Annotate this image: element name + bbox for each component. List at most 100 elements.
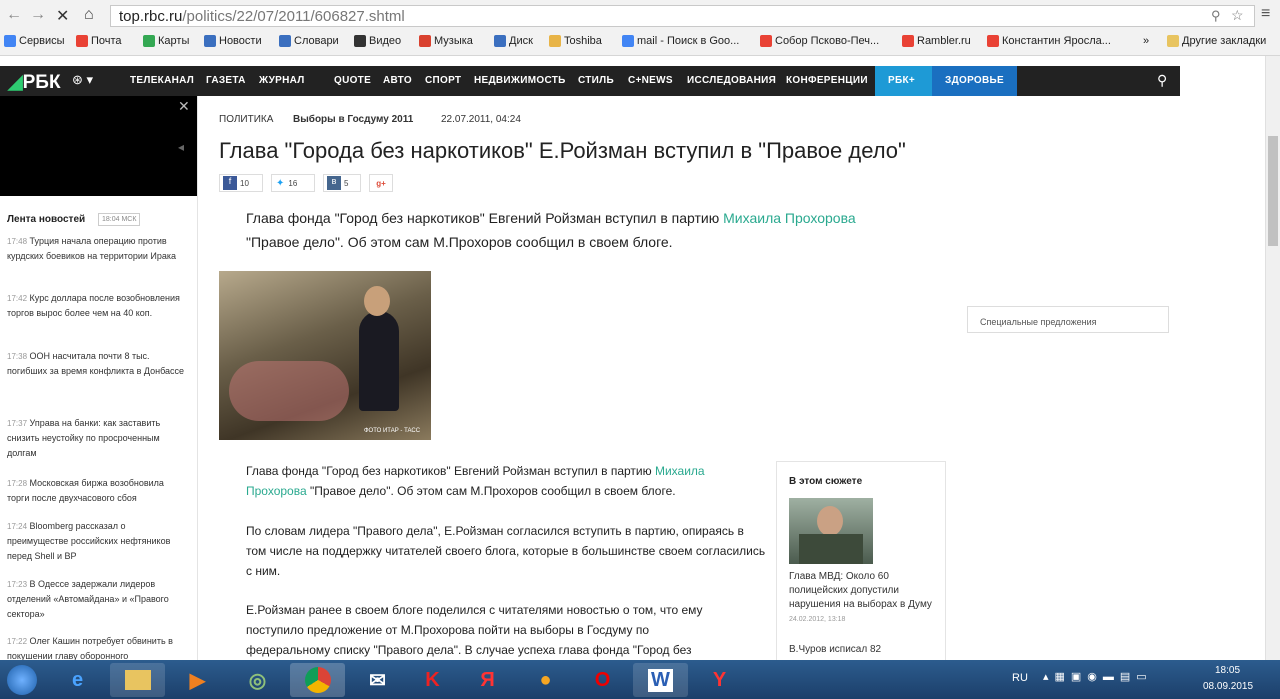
opera-button[interactable]: O (575, 663, 630, 697)
paragraph-1: Глава фонда "Город без наркотиков" Евген… (246, 461, 766, 501)
rubric-link[interactable]: ПОЛИТИКА (219, 114, 273, 125)
bookmark-item[interactable]: Toshiba (549, 35, 602, 47)
kaspersky-icon: K (425, 668, 440, 691)
more-bookmarks-icon[interactable]: » (1143, 35, 1149, 47)
p1-link[interactable]: Михаила (655, 464, 705, 478)
news-item[interactable]: 17:23 В Одессе задержали лидеров отделен… (7, 577, 187, 622)
bookmark-item[interactable]: Диск (494, 35, 533, 47)
nav-item[interactable]: ЖУРНАЛ (259, 75, 305, 86)
bookmark-label: Toshiba (564, 35, 602, 47)
home-icon[interactable]: ⌂ (84, 6, 94, 24)
bookmark-label: Собор Псково-Печ... (775, 35, 880, 47)
story-item-2[interactable]: В.Чуров исписал 82 (789, 644, 881, 655)
app-button[interactable]: ◎ (230, 663, 285, 697)
facebook-share[interactable]: f 10 (219, 174, 263, 192)
scrollbar[interactable] (1265, 56, 1280, 660)
news-item[interactable]: 17:42 Курс доллара после возобновления т… (7, 291, 187, 321)
scroll-thumb[interactable] (1268, 136, 1278, 246)
other-bookmarks[interactable]: Другие закладки (1167, 35, 1266, 47)
kaspersky-button[interactable]: K (405, 663, 460, 697)
browser-button[interactable]: ● (518, 663, 573, 697)
bookmark-item[interactable]: Rambler.ru (902, 35, 971, 47)
bookmark-item[interactable]: Константин Яросла... (987, 35, 1111, 47)
clock-date[interactable]: 08.09.2015 (1203, 681, 1253, 692)
zoom-icon[interactable]: ⚲ (1211, 8, 1221, 24)
bookmark-label: Новости (219, 35, 262, 47)
rbk-plus-label: РБК+ (888, 75, 916, 86)
news-item[interactable]: 17:24 Bloomberg рассказал о преимуществе… (7, 519, 187, 564)
bookmark-item[interactable]: Словари (279, 35, 339, 47)
start-button[interactable] (0, 663, 44, 697)
bookmark-item[interactable]: Видео (354, 35, 401, 47)
news-item[interactable]: 17:22 Олег Кашин потребует обвинить в по… (7, 634, 187, 660)
search-icon[interactable]: ⚲ (1157, 72, 1167, 89)
person-head (364, 286, 390, 316)
nav-item[interactable]: ТЕЛЕКАНАЛ (130, 75, 194, 86)
lead-link[interactable]: Михаила Прохорова (723, 210, 856, 226)
p1-link-2[interactable]: Прохорова (246, 484, 307, 498)
forward-icon[interactable]: → (30, 6, 46, 24)
news-item[interactable]: 17:28 Московская биржа возобновила торги… (7, 476, 187, 506)
bookmark-item[interactable]: mail - Поиск в Goo... (622, 35, 739, 47)
star-icon[interactable]: ☆ (1231, 7, 1244, 24)
url-text[interactable]: top.rbc.ru/politics/22/07/2011/606827.sh… (119, 8, 405, 25)
story-photo[interactable] (789, 498, 873, 564)
story-item-1-text: Глава МВД: Около 60 полицейских допустил… (789, 571, 932, 610)
tray-icons[interactable]: ▴▦▣◉▬▤▭ (1043, 670, 1153, 683)
media-button[interactable]: ▶ (170, 663, 225, 697)
bookmark-item[interactable]: Новости (204, 35, 262, 47)
nav-item[interactable]: КОНФЕРЕНЦИИ (786, 75, 868, 86)
browser-toolbar: ← → ✕ ⌂ top.rbc.ru/politics/22/07/2011/6… (0, 0, 1280, 33)
p1-text-2: "Правое дело". Об этом сам М.Прохоров со… (306, 484, 676, 498)
person-figure (359, 311, 399, 411)
news-text: Курс доллара после возобновления торгов … (7, 293, 180, 318)
news-time: 17:22 (7, 637, 28, 646)
news-item[interactable]: 17:37 Управа на банки: как заставить сни… (7, 416, 187, 461)
nav-item[interactable]: C+NEWS (628, 75, 673, 86)
nav-item[interactable]: ИССЛЕДОВАНИЯ (687, 75, 776, 86)
bookmark-item[interactable]: Сервисы (4, 35, 65, 47)
bookmark-icon (494, 35, 506, 47)
twitter-share[interactable]: ✦ 16 (271, 174, 315, 192)
mail-button[interactable]: ✉ (350, 663, 405, 697)
yandex-browser-button[interactable]: Y (692, 663, 747, 697)
nav-item[interactable]: СПОРТ (425, 75, 461, 86)
address-bar[interactable]: top.rbc.ru/politics/22/07/2011/606827.sh… (110, 5, 1255, 27)
back-icon[interactable]: ← (6, 6, 22, 24)
nav-item[interactable]: АВТО (383, 75, 412, 86)
story-item-1[interactable]: Глава МВД: Около 60 полицейских допустил… (789, 570, 935, 627)
chrome-button[interactable] (290, 663, 345, 697)
nav-item[interactable]: QUOTE (334, 75, 371, 86)
stop-icon[interactable]: ✕ (56, 6, 69, 26)
nav-item[interactable]: ГАЗЕТА (206, 75, 246, 86)
yandex-button[interactable]: Я (460, 663, 515, 697)
bookmark-icon (143, 35, 155, 47)
clock-time[interactable]: 18:05 (1215, 665, 1240, 676)
photo-credit: ФОТО ИТАР - ТАСС (364, 428, 421, 434)
news-time: 17:23 (7, 580, 28, 589)
folder-icon (1167, 35, 1179, 47)
news-time: 17:28 (7, 479, 28, 488)
news-item[interactable]: 17:38 ООН насчитала почти 8 тыс. погибши… (7, 349, 187, 379)
bookmark-item[interactable]: Музыка (419, 35, 473, 47)
nav-item[interactable]: НЕДВИЖИМОСТЬ (474, 75, 566, 86)
bookmark-item[interactable]: Карты (143, 35, 189, 47)
story-link[interactable]: Выборы в Госдуму 2011 (293, 114, 413, 125)
explorer-button[interactable] (110, 663, 165, 697)
health-label: ЗДОРОВЬЕ (945, 75, 1004, 86)
bookmark-item[interactable]: Почта (76, 35, 122, 47)
news-item[interactable]: 17:48 Турция начала операцию против курд… (7, 234, 187, 264)
bookmark-icon (279, 35, 291, 47)
word-button[interactable]: W (633, 663, 688, 697)
googleplus-share[interactable]: g+ (369, 174, 393, 192)
rbk-plus-tab[interactable]: РБК+ (875, 66, 932, 96)
language-indicator[interactable]: RU (1012, 672, 1028, 684)
nav-item[interactable]: СТИЛЬ (578, 75, 614, 86)
special-offers[interactable]: Специальные предложения (967, 306, 1169, 333)
bookmark-item[interactable]: Собор Псково-Печ... (760, 35, 879, 47)
menu-icon[interactable]: ≡ (1261, 5, 1270, 23)
bookmark-icon (902, 35, 914, 47)
health-tab[interactable]: ЗДОРОВЬЕ (932, 66, 1017, 96)
vk-share[interactable]: в5 (323, 174, 361, 192)
ie-button[interactable]: e (50, 663, 105, 697)
